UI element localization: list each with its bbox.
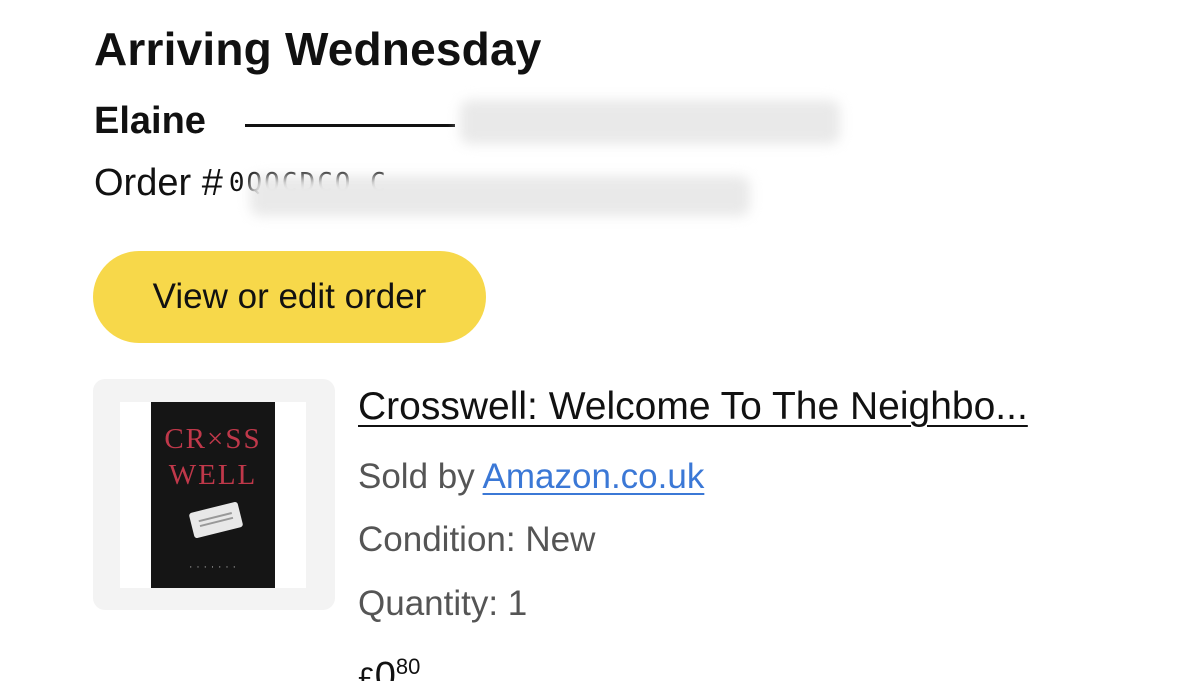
view-or-edit-order-button[interactable]: View or edit order — [93, 251, 486, 343]
redaction-blur — [460, 100, 840, 144]
item-quantity: Quantity: 1 — [358, 584, 528, 623]
redaction-blur — [250, 176, 750, 216]
book-cover-ticket-graphic — [188, 501, 244, 539]
recipient-name: Elaine — [94, 100, 206, 143]
order-notification: Arriving Wednesday Elaine Order #0QQCDCO… — [0, 0, 1200, 681]
book-cover-image: CR×SS WELL · · · · · · · — [151, 402, 275, 588]
product-title-link[interactable]: Crosswell: Welcome To The Neighbo... — [358, 385, 1028, 429]
delivery-heading: Arriving Wednesday — [94, 23, 542, 75]
redaction-line — [245, 124, 455, 127]
book-cover-title-line1: CR×SS — [164, 423, 262, 455]
sold-by-label: Sold by — [358, 457, 483, 496]
item-price: £080 — [358, 654, 420, 681]
book-cover-title-line2: WELL — [168, 459, 258, 491]
book-cover-author: · · · · · · · — [189, 562, 237, 572]
item-condition: Condition: New — [358, 520, 596, 559]
sold-by-line: Sold by Amazon.co.uk — [358, 457, 704, 497]
product-thumbnail[interactable]: CR×SS WELL · · · · · · · — [93, 379, 335, 610]
product-image-frame: CR×SS WELL · · · · · · · — [120, 402, 306, 588]
recipient-first-name: Elaine — [94, 100, 206, 142]
price-minor: 80 — [395, 654, 421, 679]
seller-link[interactable]: Amazon.co.uk — [483, 457, 705, 496]
order-label: Order # — [94, 162, 223, 204]
price-major: 0 — [374, 655, 396, 681]
price-currency: £ — [358, 662, 375, 681]
